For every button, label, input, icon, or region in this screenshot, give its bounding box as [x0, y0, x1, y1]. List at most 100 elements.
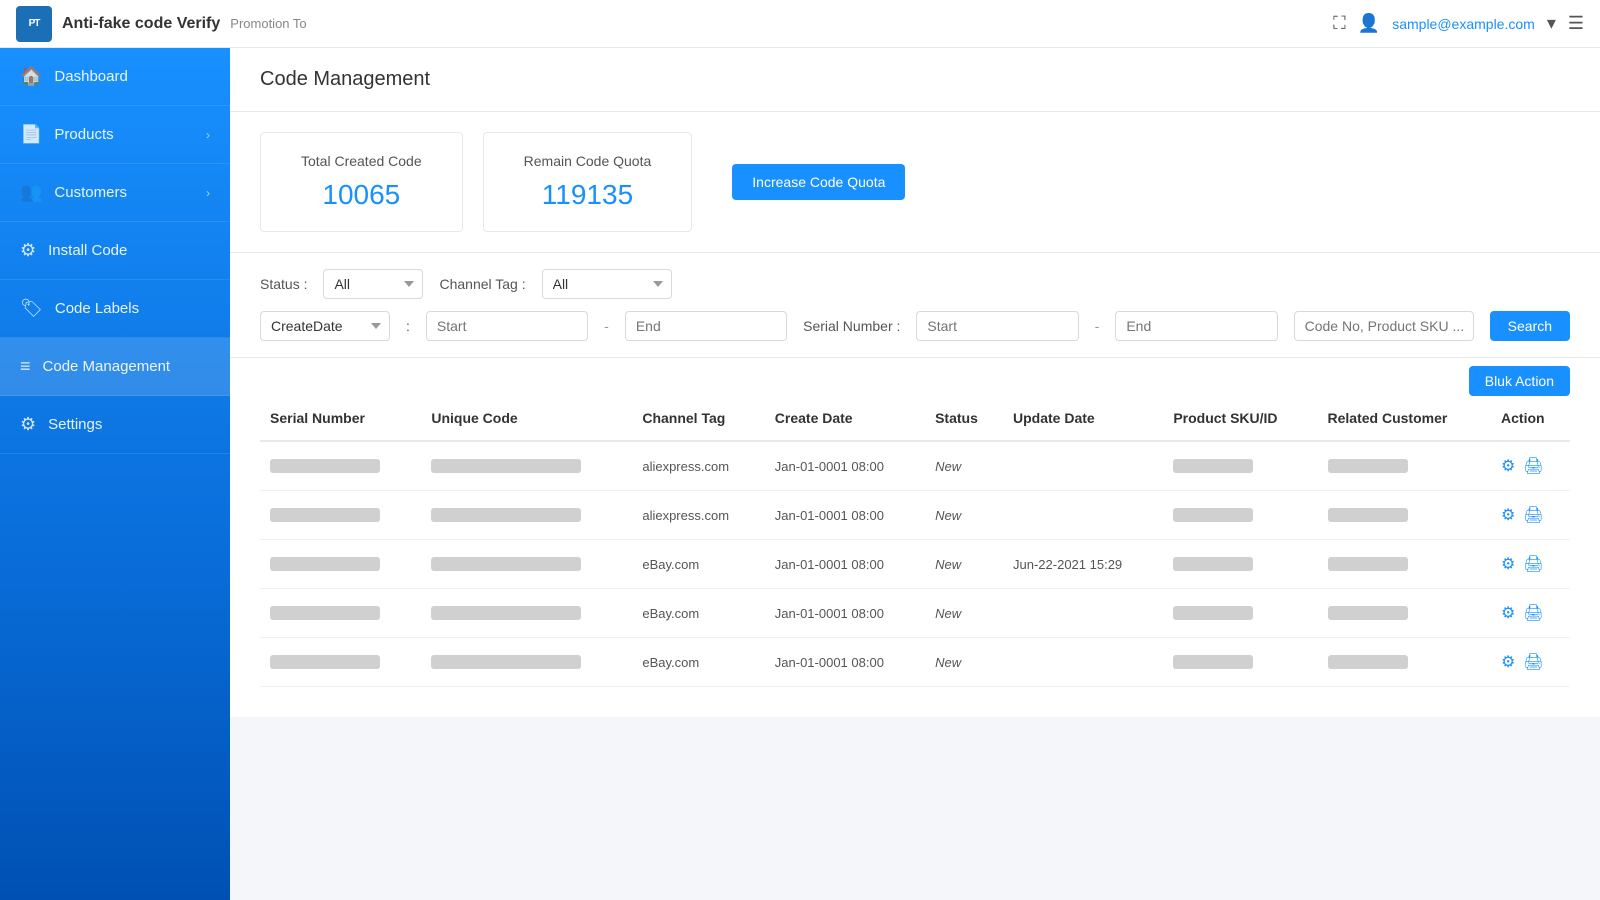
- status-badge: New: [935, 557, 961, 572]
- search-button[interactable]: Search: [1490, 311, 1570, 341]
- sidebar-item-code-management[interactable]: ≡ Code Management: [0, 338, 230, 396]
- serial-end-input[interactable]: [1115, 311, 1277, 341]
- gear-icon[interactable]: ⚙: [1501, 652, 1515, 672]
- gear-icon[interactable]: ⚙: [1501, 505, 1515, 525]
- bulk-action-button[interactable]: Bluk Action: [1469, 366, 1570, 396]
- sidebar-item-products[interactable]: 📄 Products ›: [0, 106, 230, 164]
- cell-create-date: Jan-01-0001 08:00: [765, 441, 925, 491]
- customer-blurred: [1328, 606, 1408, 620]
- date-end-input[interactable]: [625, 311, 787, 341]
- cell-status: New: [925, 589, 1003, 638]
- code-search-input[interactable]: [1294, 311, 1474, 341]
- user-email: sample@example.com: [1392, 16, 1535, 32]
- cell-unique-code: [421, 540, 632, 589]
- sidebar-item-dashboard[interactable]: 🏠 Dashboard: [0, 48, 230, 106]
- code-blurred: [431, 606, 581, 620]
- sidebar-icon: 🏠: [20, 66, 42, 87]
- remain-quota-label: Remain Code Quota: [524, 153, 652, 169]
- cell-serial: [260, 589, 421, 638]
- sidebar-item-label: Code Labels: [55, 300, 139, 317]
- customer-blurred: [1328, 508, 1408, 522]
- serial-blurred: [270, 459, 380, 473]
- cell-sku: [1163, 491, 1317, 540]
- col-create-date: Create Date: [765, 396, 925, 441]
- filter-row-1: Status : All New Used Invalid Channel Ta…: [260, 269, 1570, 299]
- logo: PT: [16, 6, 52, 42]
- serial-start-input[interactable]: [916, 311, 1078, 341]
- status-badge: New: [935, 655, 961, 670]
- chevron-right-icon: ›: [206, 128, 210, 142]
- total-created-label: Total Created Code: [301, 153, 422, 169]
- cell-action: ⚙ 🖨: [1491, 589, 1570, 638]
- print-icon[interactable]: 🖨: [1523, 603, 1543, 623]
- serial-blurred: [270, 606, 380, 620]
- customer-blurred: [1328, 655, 1408, 669]
- sidebar-item-install-code[interactable]: ⚙ Install Code: [0, 222, 230, 280]
- channel-tag-select[interactable]: All aliexpress.com eBay.com: [542, 269, 672, 299]
- cell-unique-code: [421, 589, 632, 638]
- date-start-input[interactable]: [426, 311, 588, 341]
- sidebar-item-label: Dashboard: [54, 68, 127, 85]
- remain-quota-value: 119135: [524, 179, 652, 211]
- cell-create-date: Jan-01-0001 08:00: [765, 589, 925, 638]
- cell-update-date: [1003, 491, 1163, 540]
- sidebar-item-label: Customers: [54, 184, 127, 201]
- cell-sku: [1163, 638, 1317, 687]
- status-select[interactable]: All New Used Invalid: [323, 269, 423, 299]
- sidebar-item-label: Install Code: [48, 242, 127, 259]
- cell-sku: [1163, 441, 1317, 491]
- menu-icon[interactable]: ☰: [1568, 13, 1584, 34]
- code-blurred: [431, 655, 581, 669]
- serial-separator: -: [1095, 318, 1100, 334]
- dropdown-icon[interactable]: ▾: [1547, 13, 1556, 34]
- cell-customer: [1318, 589, 1492, 638]
- cell-action: ⚙ 🖨: [1491, 638, 1570, 687]
- serial-blurred: [270, 508, 380, 522]
- sidebar: 🏠 Dashboard 📄 Products › 👥 Customers › ⚙…: [0, 48, 230, 900]
- cell-action: ⚙ 🖨: [1491, 491, 1570, 540]
- sidebar-icon: ⚙: [20, 240, 36, 261]
- sidebar-item-label: Code Management: [43, 358, 171, 375]
- sidebar-item-label: Products: [54, 126, 113, 143]
- gear-icon[interactable]: ⚙: [1501, 603, 1515, 623]
- print-icon[interactable]: 🖨: [1523, 456, 1543, 476]
- action-icons: ⚙ 🖨: [1501, 652, 1560, 672]
- customer-blurred: [1328, 557, 1408, 571]
- codes-table: Serial Number Unique Code Channel Tag Cr…: [260, 396, 1570, 687]
- gear-icon[interactable]: ⚙: [1501, 554, 1515, 574]
- cell-channel: eBay.com: [632, 540, 764, 589]
- date-type-select[interactable]: CreateDate UpdateDate: [260, 311, 390, 341]
- serial-blurred: [270, 557, 380, 571]
- customer-blurred: [1328, 459, 1408, 473]
- sidebar-item-label: Settings: [48, 416, 102, 433]
- print-icon[interactable]: 🖨: [1523, 554, 1543, 574]
- increase-quota-button[interactable]: Increase Code Quota: [732, 164, 905, 200]
- cell-channel: eBay.com: [632, 589, 764, 638]
- code-blurred: [431, 508, 581, 522]
- col-channel-tag: Channel Tag: [632, 396, 764, 441]
- col-related-customer: Related Customer: [1318, 396, 1492, 441]
- app-title: Anti-fake code Verify: [62, 15, 220, 33]
- print-icon[interactable]: 🖨: [1523, 505, 1543, 525]
- action-icons: ⚙ 🖨: [1501, 603, 1560, 623]
- sidebar-item-customers[interactable]: 👥 Customers ›: [0, 164, 230, 222]
- sku-blurred: [1173, 557, 1253, 571]
- gear-icon[interactable]: ⚙: [1501, 456, 1515, 476]
- cell-channel: aliexpress.com: [632, 491, 764, 540]
- sidebar-item-code-labels[interactable]: 🏷 Code Labels: [0, 280, 230, 338]
- sidebar-item-settings[interactable]: ⚙ Settings: [0, 396, 230, 454]
- print-icon[interactable]: 🖨: [1523, 652, 1543, 672]
- sidebar-item-left: 🏷 Code Labels: [20, 298, 139, 319]
- cell-create-date: Jan-01-0001 08:00: [765, 540, 925, 589]
- col-update-date: Update Date: [1003, 396, 1163, 441]
- fullscreen-icon[interactable]: ⛶: [1333, 13, 1346, 34]
- serial-number-label: Serial Number :: [803, 318, 900, 334]
- cell-channel: eBay.com: [632, 638, 764, 687]
- app-body: 🏠 Dashboard 📄 Products › 👥 Customers › ⚙…: [0, 48, 1600, 900]
- action-icons: ⚙ 🖨: [1501, 456, 1560, 476]
- status-badge: New: [935, 606, 961, 621]
- bulk-row: Bluk Action: [230, 358, 1600, 396]
- cell-status: New: [925, 638, 1003, 687]
- header: PT Anti-fake code Verify Promotion To ⛶ …: [0, 0, 1600, 48]
- cell-customer: [1318, 441, 1492, 491]
